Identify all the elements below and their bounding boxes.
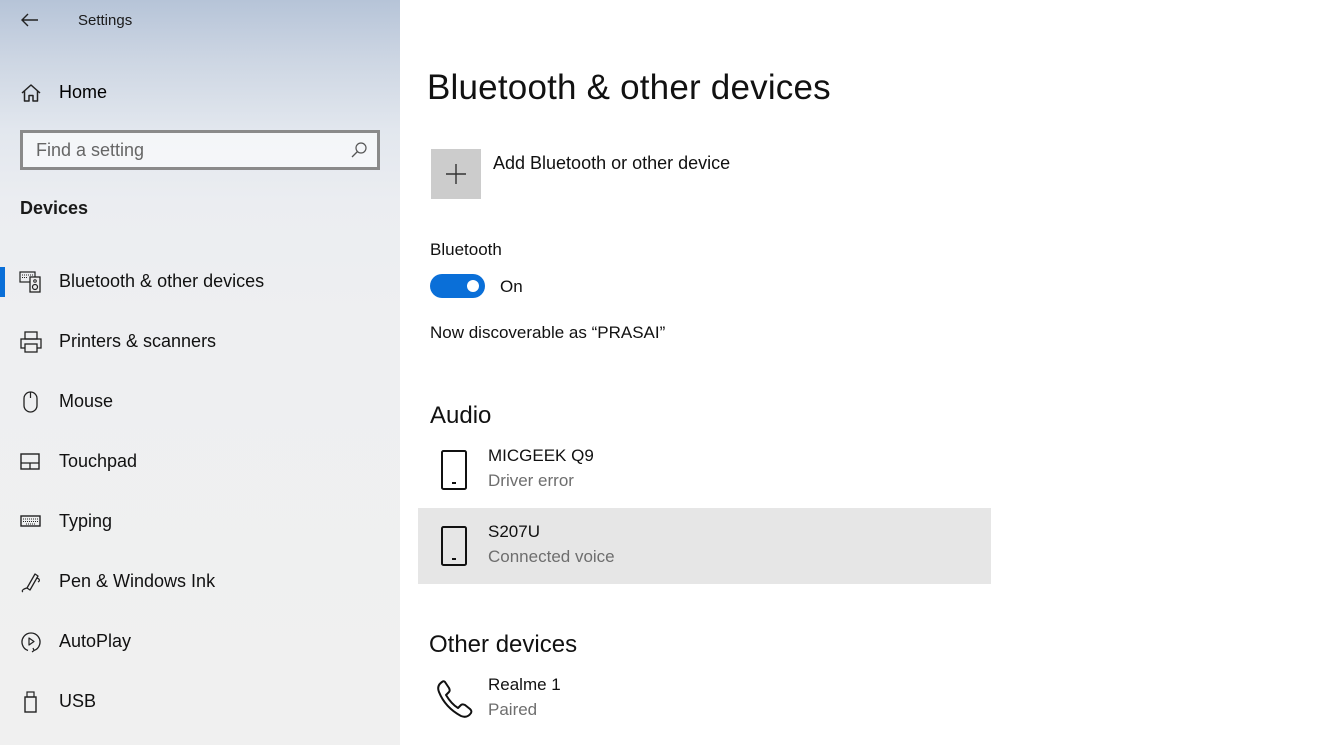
sidebar-item-label: Pen & Windows Ink	[59, 571, 216, 591]
section-label: Devices	[20, 198, 89, 218]
bluetooth-toggle[interactable]	[430, 274, 485, 298]
page-title: Bluetooth & other devices	[427, 68, 831, 107]
device-name: S207U	[488, 522, 540, 541]
bluetooth-label: Bluetooth	[430, 240, 502, 259]
bluetooth-state: On	[500, 277, 523, 296]
device-item[interactable]: Realme 1 Paired	[418, 661, 991, 737]
mouse-icon	[23, 391, 38, 413]
device-item[interactable]: MICGEEK Q9 Driver error	[418, 432, 991, 508]
sidebar-item-home[interactable]: Home	[0, 72, 400, 112]
sidebar-item-label: Touchpad	[59, 451, 138, 471]
autoplay-icon	[21, 632, 41, 653]
selected-indicator	[0, 267, 5, 297]
search-input[interactable]	[23, 133, 343, 167]
title-bar: Settings	[0, 0, 400, 40]
device-status: Driver error	[488, 471, 574, 490]
usb-icon	[24, 691, 37, 713]
pen-icon	[21, 573, 40, 593]
sidebar-item-label: AutoPlay	[59, 631, 132, 651]
sidebar-item-label: Typing	[59, 511, 113, 531]
main-content: Bluetooth & other devices Add Bluetooth …	[400, 0, 1326, 745]
sidebar: Settings Home Devices Bluetooth & other …	[0, 0, 400, 745]
sidebar-item-label: USB	[59, 691, 97, 711]
sidebar-item-label: Home	[59, 82, 108, 102]
device-item[interactable]: S207U Connected voice	[418, 508, 991, 584]
group-heading-other-devices: Other devices	[429, 631, 578, 658]
sidebar-item-touchpad[interactable]: Touchpad	[0, 437, 400, 485]
discoverable-text: Now discoverable as “PRASAI”	[430, 323, 666, 342]
device-status: Paired	[488, 700, 538, 719]
back-button[interactable]	[14, 6, 46, 34]
sidebar-item-usb[interactable]: USB	[0, 677, 400, 725]
sidebar-item-pen[interactable]: Pen & Windows Ink	[0, 557, 400, 605]
toggle-knob	[467, 280, 479, 292]
sidebar-item-bluetooth[interactable]: Bluetooth & other devices	[0, 257, 400, 305]
add-device-button[interactable]: Add Bluetooth or other device	[431, 149, 751, 199]
device-name: MICGEEK Q9	[488, 446, 594, 465]
phone-device-icon	[441, 450, 467, 490]
bluetooth-devices-icon	[19, 271, 41, 293]
add-device-tile	[431, 149, 481, 199]
device-status: Connected voice	[488, 547, 615, 566]
sidebar-item-autoplay[interactable]: AutoPlay	[0, 617, 400, 665]
sidebar-item-typing[interactable]: Typing	[0, 497, 400, 545]
touchpad-icon	[20, 453, 40, 470]
app-title: Settings	[78, 12, 133, 29]
device-name: Realme 1	[488, 675, 561, 694]
add-device-label: Add Bluetooth or other device	[493, 153, 731, 173]
phone-handset-icon	[437, 680, 473, 718]
phone-device-icon	[441, 526, 467, 566]
sidebar-item-printers[interactable]: Printers & scanners	[0, 317, 400, 365]
search-box	[20, 130, 380, 170]
plus-icon	[446, 164, 466, 184]
sidebar-item-mouse[interactable]: Mouse	[0, 377, 400, 425]
keyboard-icon	[20, 515, 41, 527]
printer-icon	[20, 331, 42, 353]
sidebar-item-label: Bluetooth & other devices	[59, 271, 265, 291]
home-icon	[21, 84, 41, 102]
group-heading-audio: Audio	[430, 402, 492, 429]
arrow-left-icon	[21, 13, 38, 27]
sidebar-item-label: Mouse	[59, 391, 114, 411]
search-icon[interactable]	[350, 141, 368, 159]
sidebar-item-label: Printers & scanners	[59, 331, 217, 351]
